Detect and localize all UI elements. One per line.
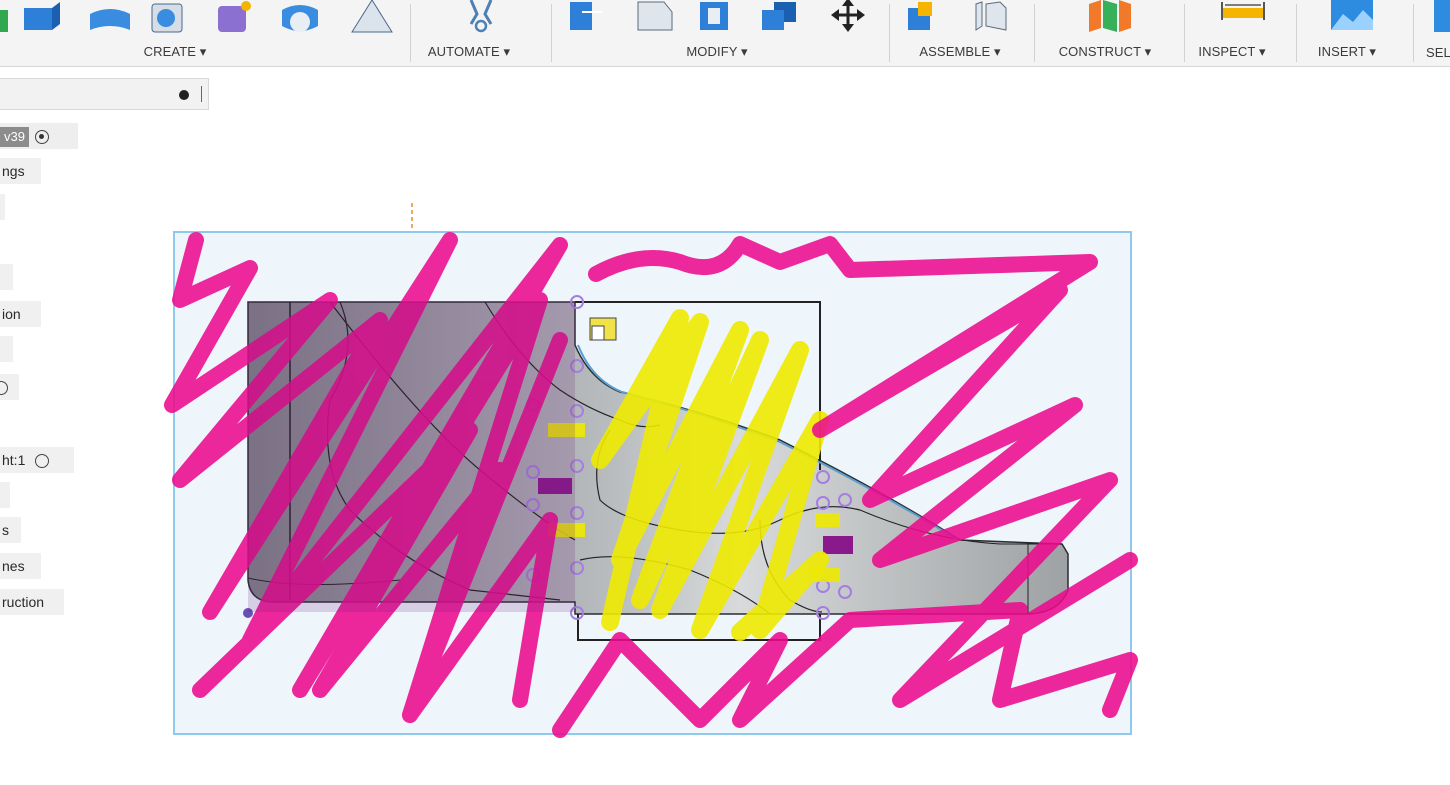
modify-group[interactable]: MODIFY ▾ [552, 0, 888, 66]
sketch-icon [589, 317, 617, 341]
insert-image-icon[interactable] [1297, 0, 1412, 40]
construct-menu-label[interactable]: CONSTRUCT ▾ [1035, 44, 1175, 60]
yellow-scribble [591, 309, 829, 641]
modify-menu-label[interactable]: MODIFY ▾ [672, 44, 762, 60]
select-group[interactable]: SEL [1414, 0, 1450, 66]
browser-node[interactable] [0, 264, 13, 290]
browser-node-construction[interactable]: ruction [0, 589, 64, 615]
browser-node-origin[interactable]: ion [0, 301, 41, 327]
node-label: nes [2, 558, 25, 574]
pink-scribble [164, 232, 1138, 738]
collapse-dot-icon[interactable] [179, 90, 189, 100]
select-icon[interactable] [1414, 0, 1450, 40]
automate-group[interactable]: AUTOMATE ▾ [411, 0, 551, 66]
part-body [247, 301, 1069, 641]
measure-icon[interactable] [1185, 0, 1295, 40]
node-label: ht:1 [2, 452, 26, 468]
browser-node-component[interactable]: ht:1 [0, 447, 74, 473]
node-label: ruction [2, 594, 45, 610]
panel-divider [201, 86, 202, 102]
assemble-tool-icons[interactable] [890, 0, 1034, 40]
create-menu-label[interactable]: CREATE ▾ [0, 44, 350, 60]
constraint-marker [538, 478, 572, 494]
active-radio-icon[interactable] [34, 130, 49, 144]
automate-menu-label[interactable]: AUTOMATE ▾ [399, 44, 539, 60]
browser-node[interactable] [0, 336, 13, 362]
inspect-group[interactable]: INSPECT ▾ [1185, 0, 1295, 66]
ribbon-toolbar: CREATE ▾ AUTOMATE ▾ MODIFY ▾ ASSEMBLE ▾ [0, 0, 1450, 67]
node-label: ngs [2, 163, 25, 179]
insert-group[interactable]: INSERT ▾ [1297, 0, 1412, 66]
insert-menu-label[interactable]: INSERT ▾ [1297, 44, 1397, 60]
create-group[interactable]: CREATE ▾ [0, 0, 408, 66]
browser-node[interactable] [0, 374, 19, 400]
document-version-node[interactable]: v39 [0, 123, 78, 149]
assemble-menu-label[interactable]: ASSEMBLE ▾ [890, 44, 1030, 60]
version-badge: v39 [0, 127, 29, 147]
automate-icon[interactable] [411, 0, 551, 40]
construct-plane-icon[interactable] [1035, 0, 1183, 40]
assemble-group[interactable]: ASSEMBLE ▾ [890, 0, 1034, 66]
browser-node-planes[interactable]: nes [0, 553, 41, 579]
browser-header[interactable] [0, 78, 209, 110]
canvas-image-frame [173, 231, 1132, 735]
node-label: ion [2, 306, 21, 322]
node-label: s [2, 522, 9, 538]
browser-node[interactable] [0, 194, 5, 220]
visibility-radio-icon[interactable] [0, 381, 8, 395]
browser-node-document-settings[interactable]: ngs [0, 158, 41, 184]
browser-node-bodies[interactable]: s [0, 517, 21, 543]
activate-radio-icon[interactable] [35, 454, 50, 468]
browser-node[interactable] [0, 482, 10, 508]
create-tool-icons[interactable] [0, 0, 408, 40]
construct-group[interactable]: CONSTRUCT ▾ [1035, 0, 1183, 66]
inspect-menu-label[interactable]: INSPECT ▾ [1177, 44, 1287, 60]
sketch-points [526, 295, 852, 620]
modify-tool-icons[interactable] [552, 0, 888, 40]
select-menu-label[interactable]: SEL [1426, 45, 1450, 60]
browser-panel: v39 ngs ion ht:1 s nes ruction [0, 70, 260, 630]
constraint-marker [823, 536, 853, 554]
